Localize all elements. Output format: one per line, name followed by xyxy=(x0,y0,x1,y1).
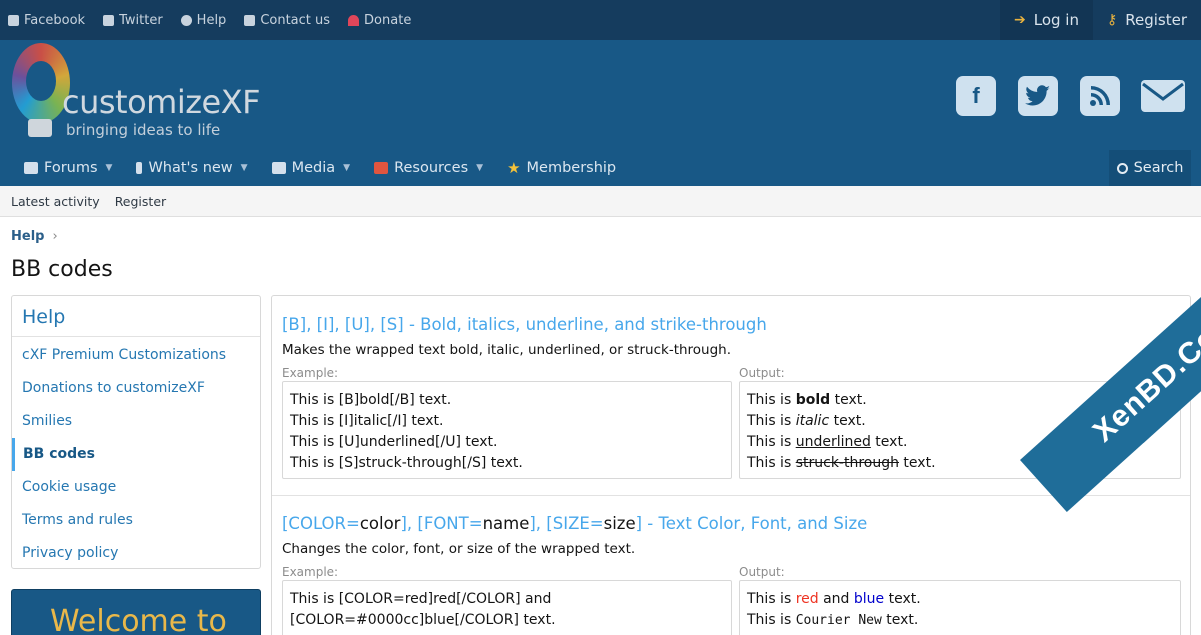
search-icon xyxy=(1116,162,1128,174)
output-line: This is Courier New text. xyxy=(747,612,919,628)
twitter-icon xyxy=(103,14,115,26)
output-label: Output: xyxy=(739,565,785,579)
heart-icon xyxy=(348,14,360,26)
contact-link[interactable]: Contact us xyxy=(244,13,330,28)
image-icon xyxy=(271,162,286,174)
chevron-right-icon: › xyxy=(52,229,58,244)
entry-description: Makes the wrapped text bold, italic, und… xyxy=(282,342,732,358)
entry-title: [COLOR=color], [FONT=name], [SIZE=size] … xyxy=(282,514,868,533)
main-nav: Forums ▼ What's new ▼ Media ▼ Resources ▼ ★ M… xyxy=(0,150,1201,186)
envelope-icon xyxy=(1141,80,1185,112)
breadcrumb[interactable]: Help › xyxy=(11,229,58,244)
rss-icon xyxy=(1090,86,1110,106)
twitter-bird-icon xyxy=(1025,85,1050,106)
output-label: Output: xyxy=(739,366,785,380)
chevron-down-icon[interactable]: ▼ xyxy=(343,163,350,173)
download-icon xyxy=(374,162,389,174)
sidebar-item-privacy[interactable]: Privacy policy xyxy=(12,537,260,570)
entry-title: [B], [I], [U], [S] - Bold, italics, unde… xyxy=(282,315,767,334)
sign-in-icon: ➔ xyxy=(1014,12,1026,28)
nav-forums[interactable]: Forums ▼ xyxy=(24,160,112,176)
top-bar: Facebook Twitter Help Contact us Donate … xyxy=(0,0,1201,40)
subnav-register[interactable]: Register xyxy=(115,194,166,209)
example-line: This is [B]bold[/B] text. xyxy=(290,392,452,408)
facebook-icon xyxy=(8,14,19,26)
rss-social-icon[interactable] xyxy=(1080,76,1120,116)
star-icon: ★ xyxy=(507,159,521,177)
output-line: This is red and blue text. xyxy=(747,591,921,607)
example-line: This is [U]underlined[/U] text. xyxy=(290,434,498,450)
site-header: customizeXF bringing ideas to life f xyxy=(0,40,1201,150)
chevron-down-icon[interactable]: ▼ xyxy=(241,163,248,173)
twitter-link[interactable]: Twitter xyxy=(103,13,163,28)
envelope-icon xyxy=(244,14,256,26)
nav-whats-new[interactable]: What's new ▼ xyxy=(136,160,248,176)
subnav-latest-activity[interactable]: Latest activity xyxy=(11,194,100,209)
donate-link[interactable]: Donate xyxy=(348,13,411,28)
chevron-down-icon[interactable]: ▼ xyxy=(106,163,113,173)
example-label: Example: xyxy=(282,565,339,579)
logo-name: customizeXF xyxy=(62,83,261,121)
help-sidebar: Help cXF Premium Customizations Donation… xyxy=(11,295,261,569)
example-box: This is [COLOR=red]red[/COLOR] and [COLO… xyxy=(282,580,732,635)
sidebar-heading[interactable]: Help xyxy=(12,296,260,337)
comments-icon xyxy=(24,162,38,174)
register-button[interactable]: ⚷ Register xyxy=(1093,0,1201,40)
mail-social-icon[interactable] xyxy=(1140,76,1186,116)
sidebar-item-bb-codes[interactable]: BB codes xyxy=(12,438,260,471)
example-label: Example: xyxy=(282,366,339,380)
output-box: This is red and blue text. This is Couri… xyxy=(739,580,1181,635)
example-box: This is [B]bold[/B] text. This is [I]ita… xyxy=(282,381,732,479)
chevron-down-icon[interactable]: ▼ xyxy=(476,163,483,173)
logo-bulb-base xyxy=(28,119,52,137)
sub-nav: Latest activity Register xyxy=(0,186,1201,217)
welcome-widget: Welcome to xyxy=(11,589,261,635)
logo-tagline: bringing ideas to life xyxy=(66,121,221,139)
site-logo[interactable]: customizeXF bringing ideas to life xyxy=(10,43,280,143)
login-button[interactable]: ➔ Log in xyxy=(1000,0,1093,40)
facebook-link[interactable]: Facebook xyxy=(8,13,85,28)
example-line: This is [COLOR=red]red[/COLOR] and xyxy=(290,591,552,607)
example-line: [COLOR=#0000cc]blue[/COLOR] text. xyxy=(290,612,556,628)
facebook-social-icon[interactable]: f xyxy=(956,76,996,116)
sidebar-item-terms[interactable]: Terms and rules xyxy=(12,504,260,537)
example-line: This is [S]struck-through[/S] text. xyxy=(290,455,523,471)
example-line: This is [I]italic[/I] text. xyxy=(290,413,444,429)
twitter-social-icon[interactable] xyxy=(1018,76,1058,116)
bb-code-entry: [COLOR=color], [FONT=name], [SIZE=size] … xyxy=(272,496,1190,635)
help-link[interactable]: Help xyxy=(180,13,226,28)
sidebar-item-smilies[interactable]: Smilies xyxy=(12,405,260,438)
nav-resources[interactable]: Resources ▼ xyxy=(374,160,483,176)
nav-media[interactable]: Media ▼ xyxy=(271,160,350,176)
entry-description: Changes the color, font, or size of the … xyxy=(282,541,636,557)
nav-membership[interactable]: ★ Membership xyxy=(507,159,616,177)
info-icon xyxy=(180,14,192,26)
search-button[interactable]: Search xyxy=(1109,150,1191,186)
sidebar-item-cookie-usage[interactable]: Cookie usage xyxy=(12,471,260,504)
sidebar-item-donations[interactable]: Donations to customizeXF xyxy=(12,372,260,405)
page-title: BB codes xyxy=(11,257,113,282)
bolt-icon xyxy=(136,162,143,174)
sidebar-item-premium[interactable]: cXF Premium Customizations xyxy=(12,339,260,372)
key-icon: ⚷ xyxy=(1106,12,1118,28)
